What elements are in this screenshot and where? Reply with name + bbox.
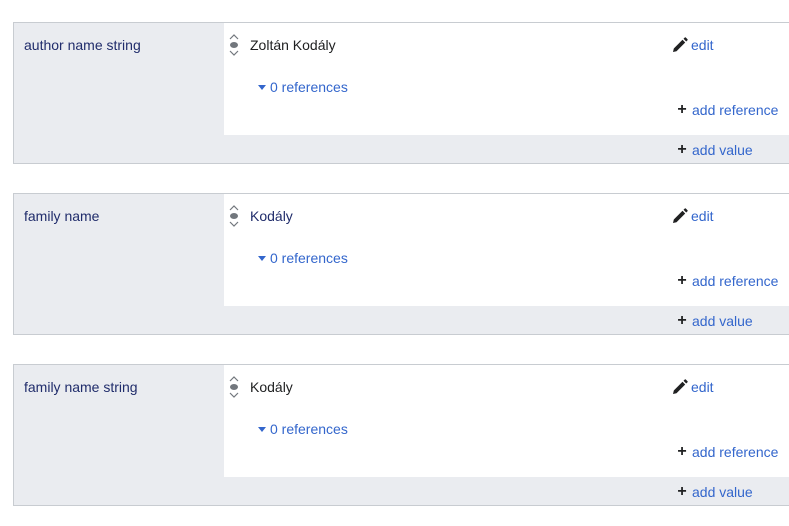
plus-icon: + <box>677 141 687 158</box>
caret-down-icon <box>258 85 266 90</box>
edit-button[interactable]: edit <box>672 378 714 396</box>
add-reference-button[interactable]: + add reference <box>675 272 778 290</box>
rank-normal-icon[interactable] <box>228 375 240 399</box>
edit-label: edit <box>691 37 714 53</box>
plus-icon: + <box>677 101 687 118</box>
edit-label: edit <box>691 379 714 395</box>
property-label[interactable]: family name <box>24 207 99 225</box>
statement-group-family-name-string: family name string Kodály edit 0 referen… <box>13 364 789 506</box>
add-value-button[interactable]: + add value <box>675 483 753 501</box>
references-toggle[interactable]: 0 references <box>258 420 348 438</box>
add-reference-label: add reference <box>692 444 779 460</box>
edit-button[interactable]: edit <box>672 207 714 225</box>
pencil-icon <box>673 37 688 52</box>
references-toggle[interactable]: 0 references <box>258 78 348 96</box>
rank-normal-icon[interactable] <box>228 204 240 228</box>
add-value-button[interactable]: + add value <box>675 141 753 159</box>
edit-button[interactable]: edit <box>672 36 714 54</box>
add-value-label: add value <box>692 142 753 158</box>
caret-down-icon <box>258 427 266 432</box>
statement: Kodály edit 0 references + add reference <box>224 365 789 477</box>
statement-value: Kodály <box>250 379 293 395</box>
property-column: family name <box>14 194 224 334</box>
plus-icon: + <box>677 272 687 289</box>
pencil-icon <box>673 208 688 223</box>
references-toggle[interactable]: 0 references <box>258 249 348 267</box>
plus-icon: + <box>677 443 687 460</box>
add-value-button[interactable]: + add value <box>675 312 753 330</box>
caret-down-icon <box>258 256 266 261</box>
rank-normal-icon[interactable] <box>228 33 240 57</box>
property-label[interactable]: author name string <box>24 36 141 54</box>
statement-group-author-name-string: author name string Zoltán Kodály edit 0 … <box>13 22 789 164</box>
edit-label: edit <box>691 208 714 224</box>
add-reference-button[interactable]: + add reference <box>675 443 778 461</box>
statement-value: Zoltán Kodály <box>250 37 336 53</box>
plus-icon: + <box>677 483 687 500</box>
property-label[interactable]: family name string <box>24 378 138 396</box>
references-label: 0 references <box>270 250 348 266</box>
plus-icon: + <box>677 312 687 329</box>
statement-value[interactable]: Kodály <box>250 207 293 225</box>
references-label: 0 references <box>270 421 348 437</box>
statement-group-family-name: family name Kodály edit 0 references + a… <box>13 193 789 335</box>
references-label: 0 references <box>270 79 348 95</box>
pencil-icon <box>673 379 688 394</box>
add-reference-button[interactable]: + add reference <box>675 101 778 119</box>
add-value-label: add value <box>692 484 753 500</box>
property-column: author name string <box>14 23 224 163</box>
add-value-label: add value <box>692 313 753 329</box>
add-reference-label: add reference <box>692 273 779 289</box>
add-reference-label: add reference <box>692 102 779 118</box>
property-column: family name string <box>14 365 224 505</box>
statements-list: author name string Zoltán Kodály edit 0 … <box>0 0 789 526</box>
statement: Zoltán Kodály edit 0 references + add re… <box>224 23 789 135</box>
statement: Kodály edit 0 references + add reference <box>224 194 789 306</box>
